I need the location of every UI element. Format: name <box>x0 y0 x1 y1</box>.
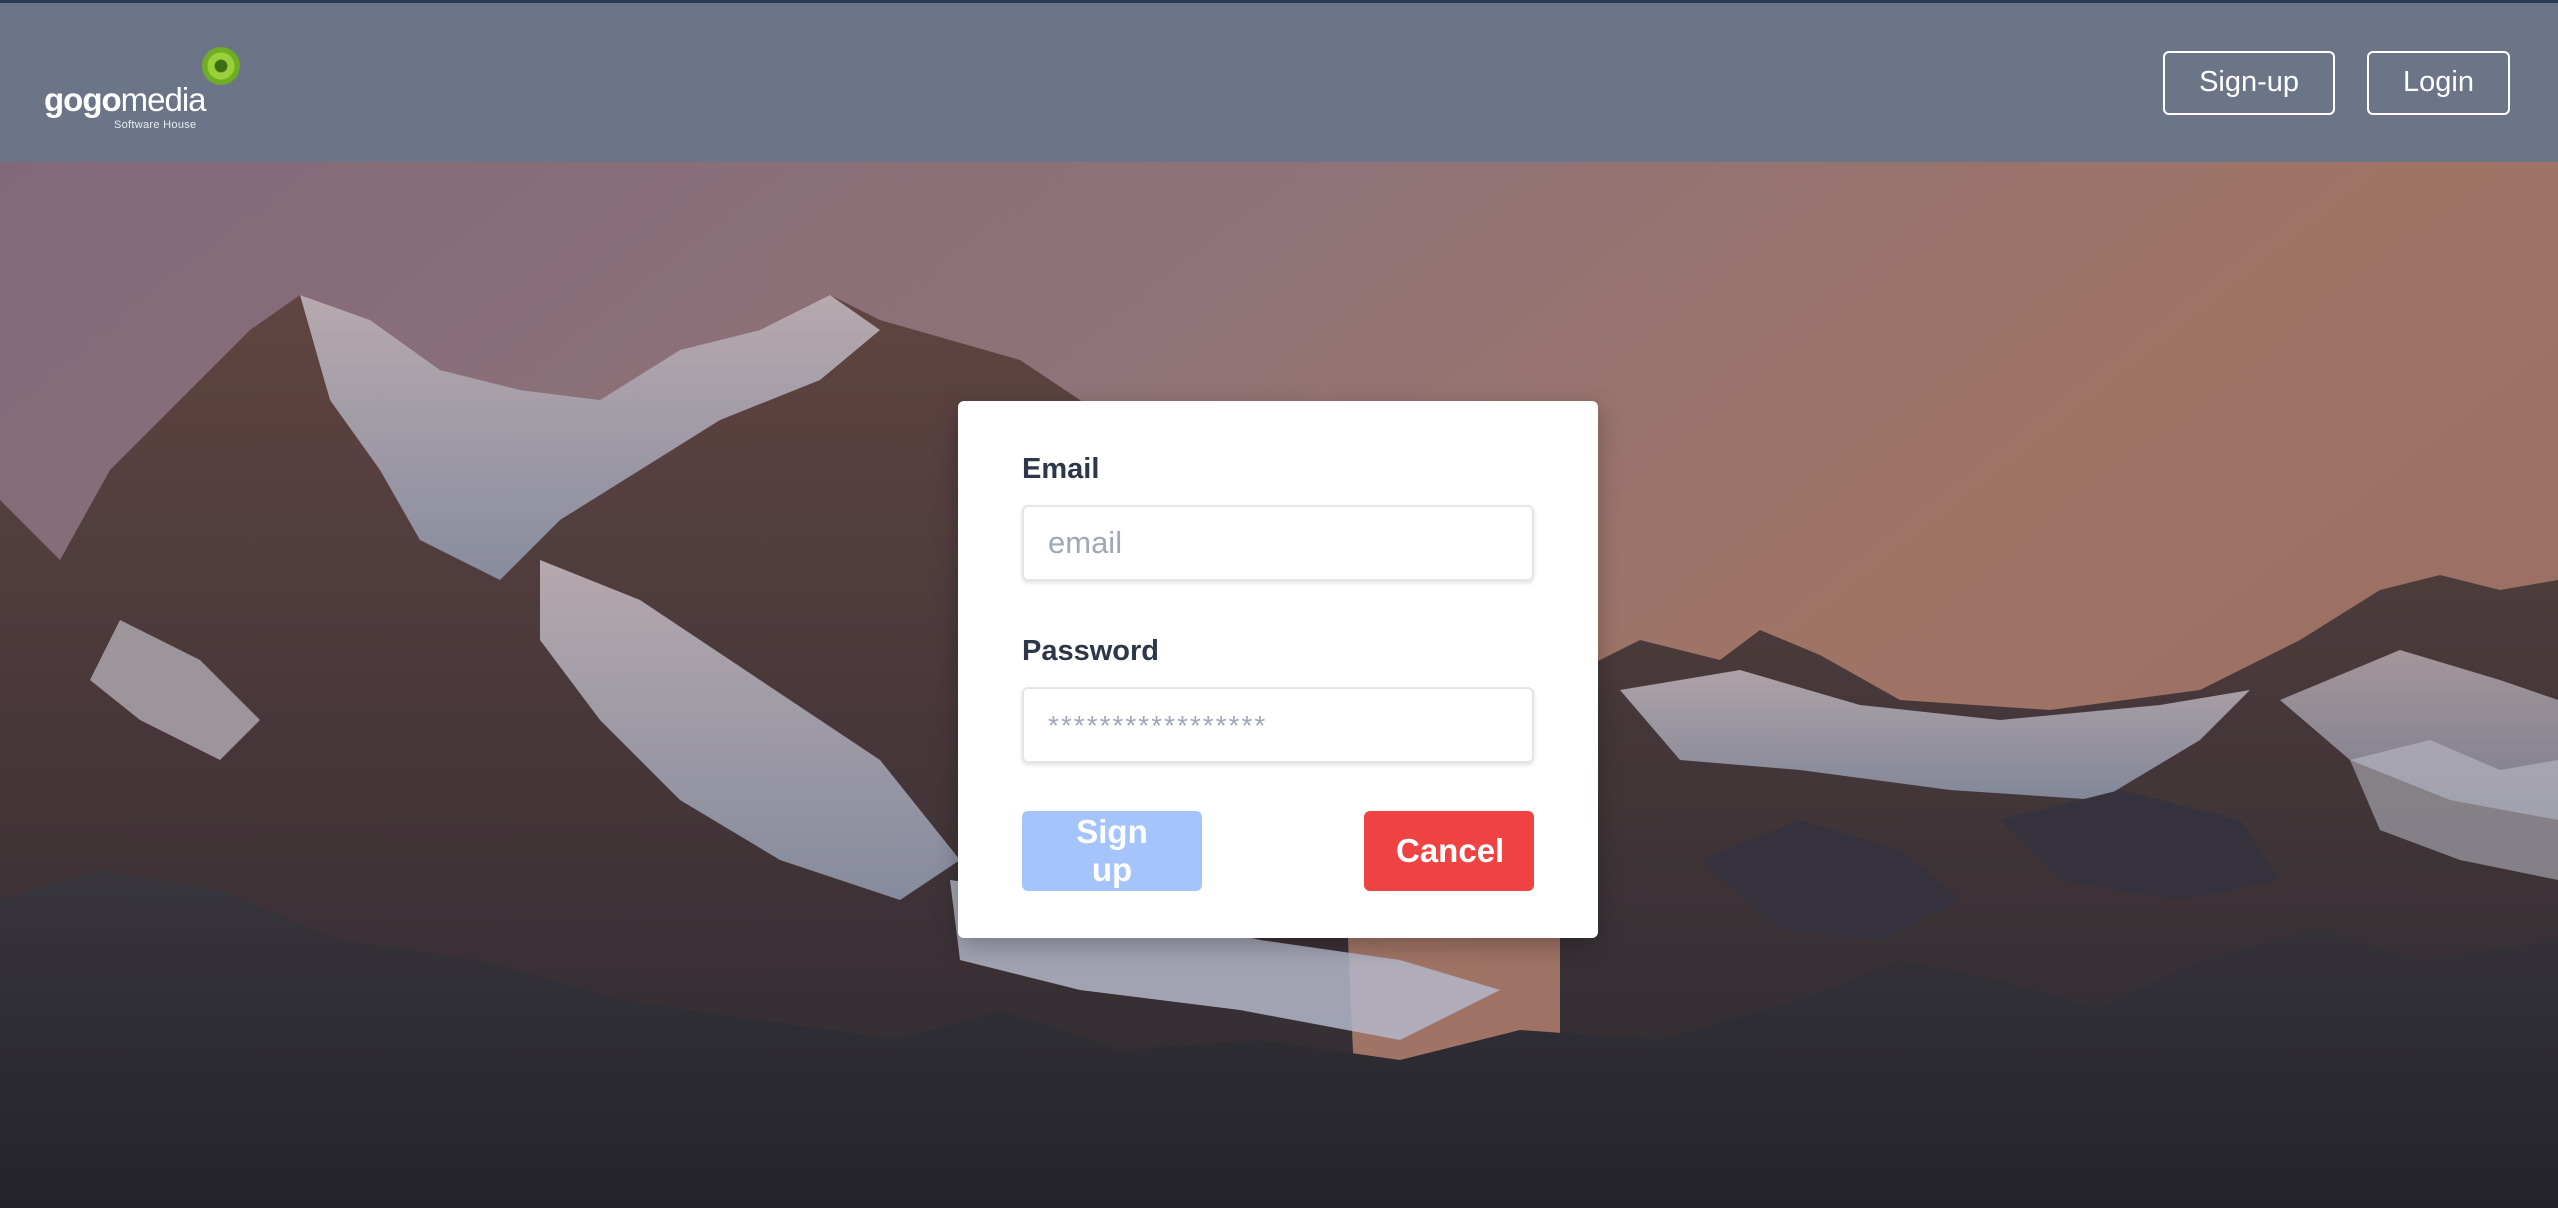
email-input[interactable] <box>1022 505 1534 581</box>
password-label: Password <box>1022 635 1159 667</box>
logo-wordmark: gogomedia <box>44 80 207 118</box>
email-label: Email <box>1022 453 1100 485</box>
header-signup-button[interactable]: Sign-up <box>2163 50 2336 115</box>
signup-page: gogomedia Software House Sign-up Login E… <box>0 0 2558 1208</box>
header-login-button[interactable]: Login <box>2367 50 2510 115</box>
top-navbar: gogomedia Software House Sign-up Login <box>0 0 2558 162</box>
header-actions: Sign-up Login <box>2163 50 2510 115</box>
cancel-button[interactable]: Cancel <box>1364 811 1534 891</box>
password-input[interactable] <box>1022 687 1534 763</box>
signup-form-card: Email Password Sign up Cancel <box>958 401 1598 938</box>
company-logo[interactable]: gogomedia Software House <box>44 43 244 131</box>
signup-submit-button[interactable]: Sign up <box>1022 811 1202 891</box>
logo-tagline: Software House <box>114 118 197 131</box>
logo-brand-bold: gogo <box>44 80 122 118</box>
logo-brand-light: media <box>120 80 207 118</box>
form-actions: Sign up Cancel <box>1022 811 1534 891</box>
logo-disc-icon <box>202 46 240 85</box>
